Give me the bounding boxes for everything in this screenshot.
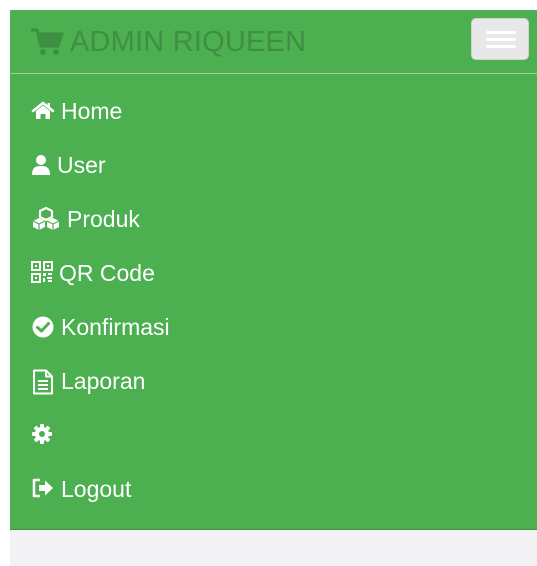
menu-item-label: Logout <box>61 475 132 502</box>
menu-item-laporan[interactable]: Laporan <box>10 354 537 408</box>
qrcode-icon <box>31 261 53 285</box>
menu-item-home[interactable]: Home <box>10 84 537 138</box>
gear-icon <box>31 423 55 447</box>
brand-row: ADMIN RIQUEEN <box>10 10 537 74</box>
menu-item-qr-code[interactable]: QR Code <box>10 246 537 300</box>
brand-link[interactable]: ADMIN RIQUEEN <box>30 24 306 60</box>
check-circle-icon <box>31 315 55 339</box>
sign-out-icon <box>31 477 55 501</box>
cubes-icon <box>31 207 61 231</box>
user-icon <box>31 153 51 177</box>
menu-item-settings[interactable] <box>10 408 537 462</box>
shopping-cart-icon <box>30 27 64 57</box>
nav-menu: Home User Produk QR Code Konfirmasi Lapo… <box>10 84 537 516</box>
menu-item-konfirmasi[interactable]: Konfirmasi <box>10 300 537 354</box>
menu-item-label: Home <box>61 97 123 124</box>
menu-item-label: Laporan <box>61 367 146 394</box>
home-icon <box>31 99 55 123</box>
menu-item-produk[interactable]: Produk <box>10 192 537 246</box>
page-frame: ADMIN RIQUEEN Home User Produk QR Code K… <box>10 10 537 566</box>
menu-item-label: QR Code <box>59 259 155 286</box>
brand-title: ADMIN RIQUEEN <box>70 25 307 58</box>
menu-item-logout[interactable]: Logout <box>10 462 537 516</box>
navbar: ADMIN RIQUEEN Home User Produk QR Code K… <box>10 10 537 530</box>
menu-item-label: Produk <box>67 205 140 232</box>
menu-item-label: User <box>57 151 106 178</box>
file-text-icon <box>31 369 55 395</box>
menu-item-user[interactable]: User <box>10 138 537 192</box>
navbar-toggle-button[interactable] <box>471 18 529 60</box>
menu-item-label: Konfirmasi <box>61 313 170 340</box>
